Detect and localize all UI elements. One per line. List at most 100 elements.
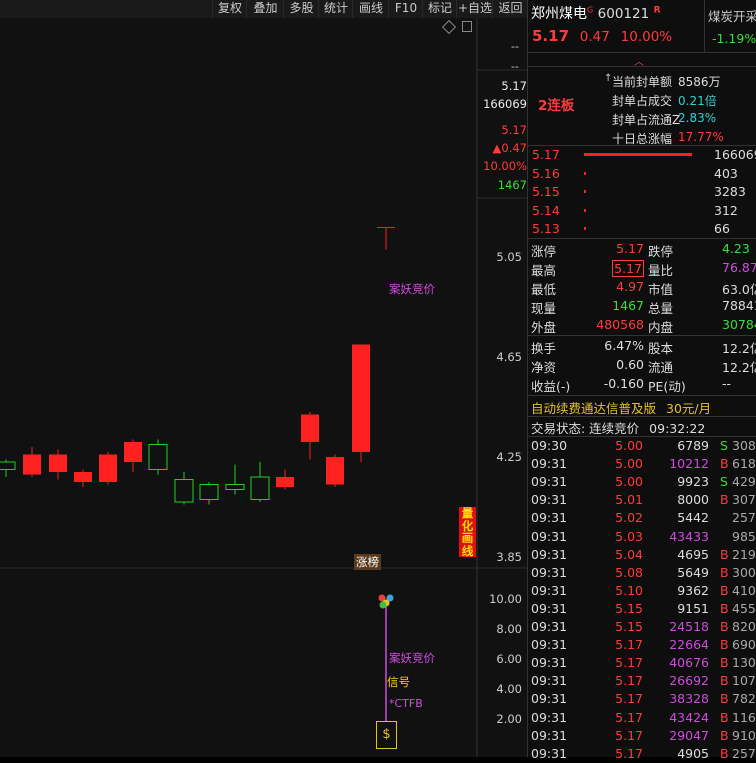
tick-row[interactable]: 09:31 5.08 5649 B 300 bbox=[528, 564, 756, 582]
stock-header[interactable]: 郑州煤电G 600121 R bbox=[531, 3, 661, 23]
label-pct: 10.00% bbox=[483, 159, 527, 173]
tick-row[interactable]: 09:31 5.17 40676 B1307 bbox=[528, 654, 756, 672]
tick-vol: 6789 bbox=[677, 438, 709, 453]
stat-value: 4.97 bbox=[616, 279, 644, 294]
candle-body-1 bbox=[23, 454, 41, 475]
tick-side: B bbox=[720, 564, 729, 580]
lianban-badge: 2连板 bbox=[538, 98, 575, 114]
stock-price: 5.17 0.47 10.00% bbox=[532, 27, 672, 45]
book-row[interactable]: 5.17 166069 bbox=[528, 146, 756, 164]
book-bar bbox=[584, 153, 692, 156]
money-bag-icon[interactable]: $ bbox=[376, 721, 397, 749]
candle-10 bbox=[250, 462, 270, 502]
toolbar-btn-1[interactable]: 叠加 bbox=[246, 0, 284, 18]
stat-value: 5.17 bbox=[616, 241, 644, 256]
price-tick-1: 4.65 bbox=[496, 350, 522, 364]
toolbar-btn-6[interactable]: 标记 bbox=[422, 0, 457, 18]
toolbar-btn-3[interactable]: 统计 bbox=[318, 0, 353, 18]
candle-body-7 bbox=[174, 479, 194, 503]
stat-value: 480568 bbox=[596, 317, 644, 332]
lower-label-b: 信号 bbox=[387, 675, 410, 689]
quote-panel: 郑州煤电G 600121 R 5.17 0.47 10.00% 煤炭开采 -1.… bbox=[527, 0, 756, 761]
lower-label-a: 案妖竞价 bbox=[389, 651, 435, 665]
tick-row[interactable]: 09:31 5.10 9362 B 410 bbox=[528, 582, 756, 600]
tick-extra: 910 bbox=[732, 727, 756, 743]
stat-value: 12.2亿 bbox=[722, 360, 756, 375]
tick-side: B bbox=[720, 691, 729, 707]
tick-time: 09:31 bbox=[531, 619, 568, 634]
book-row[interactable]: 5.13 66 bbox=[528, 220, 756, 238]
tick-price: 5.00 bbox=[615, 474, 643, 490]
toolbar-btn-2[interactable]: 多股 bbox=[283, 0, 319, 18]
stat-value: 4.23 bbox=[722, 241, 750, 256]
book-price: 5.15 bbox=[532, 184, 560, 199]
ad-banner[interactable]: 自动续费通达信普及版 30元/月 bbox=[531, 398, 711, 417]
candle-body-11 bbox=[276, 477, 294, 487]
toolbar-btn-5[interactable]: F10 bbox=[388, 0, 423, 18]
tick-vol: 5442 bbox=[677, 510, 709, 526]
tick-row[interactable]: 09:31 5.00 10212 B 618 bbox=[528, 455, 756, 473]
tick-row[interactable]: 09:31 5.17 29047 B 910 bbox=[528, 727, 756, 745]
tick-row[interactable]: 09:31 5.17 22664 B 690 bbox=[528, 636, 756, 654]
tick-time: 09:31 bbox=[531, 492, 568, 508]
tick-extra: 455 bbox=[732, 600, 756, 616]
book-row[interactable]: 5.15 3283 bbox=[528, 183, 756, 201]
tick-row[interactable]: 09:31 5.03 43433 985 bbox=[528, 528, 756, 546]
tick-row[interactable]: 09:31 5.17 4905 B 257 bbox=[528, 745, 756, 763]
tick-side: B bbox=[720, 637, 729, 653]
toolbar-btn-7[interactable]: +自选 bbox=[456, 0, 493, 18]
quant-drawline-label[interactable]: 量化画线 bbox=[459, 507, 476, 557]
tick-row[interactable]: 09:31 5.15 24518 B 820 bbox=[528, 618, 756, 636]
book-row[interactable]: 5.16 403 bbox=[528, 165, 756, 183]
stat-label: 总量 bbox=[648, 301, 674, 316]
tick-row[interactable]: 09:31 5.01 8000 B 307 bbox=[528, 491, 756, 509]
toolbar-btn-0[interactable]: 复权 bbox=[212, 0, 247, 18]
tick-row[interactable]: 09:31 5.17 26692 B1078 bbox=[528, 672, 756, 690]
tick-price: 5.08 bbox=[615, 564, 643, 580]
candle-body-12 bbox=[301, 414, 319, 442]
tick-extra: 307 bbox=[732, 492, 756, 508]
seal-value-1: 0.21倍 bbox=[678, 94, 717, 108]
book-bar bbox=[584, 227, 586, 230]
toolbar-btn-8[interactable]: 返回 bbox=[492, 0, 528, 18]
stat-value: 1467 bbox=[612, 298, 644, 313]
window-icon[interactable] bbox=[462, 21, 472, 32]
candle-11 bbox=[276, 469, 294, 490]
stat-value: 6.47% bbox=[604, 338, 644, 353]
tick-vol: 22664 bbox=[669, 637, 709, 653]
tick-row[interactable]: 09:30 5.00 6789 S 308 bbox=[528, 437, 756, 455]
zhangbang-badge[interactable]: 涨榜 bbox=[354, 554, 381, 570]
candle-body-0 bbox=[0, 461, 16, 470]
tick-extra: 410 bbox=[732, 582, 756, 598]
stat-label: 收益(-) bbox=[531, 379, 571, 394]
vert-char-3: 线 bbox=[461, 543, 474, 558]
tick-row[interactable]: 09:31 5.04 4695 B 219 bbox=[528, 546, 756, 564]
seal-label-2: 封单占流通Z bbox=[612, 113, 681, 127]
tick-vol: 4905 bbox=[677, 745, 709, 761]
tick-row[interactable]: 09:31 5.02 5442 257 bbox=[528, 509, 756, 527]
vert-char-0: 量 bbox=[461, 506, 474, 520]
tick-time: 09:31 bbox=[531, 600, 568, 616]
tick-vol: 26692 bbox=[669, 673, 709, 689]
stat-label: 最高 bbox=[531, 263, 557, 278]
seal-value-0: 8586万 bbox=[678, 75, 721, 89]
tick-row[interactable]: 09:31 5.15 9151 B 455 bbox=[528, 600, 756, 618]
book-row[interactable]: 5.14 312 bbox=[528, 202, 756, 220]
tick-price: 5.01 bbox=[615, 492, 643, 508]
tick-price: 5.02 bbox=[615, 510, 643, 526]
candle-12 bbox=[301, 412, 319, 460]
trade-status-label: 交易状态: 连续竞价 bbox=[531, 421, 640, 436]
tick-row[interactable]: 09:31 5.00 9923 S 429 bbox=[528, 473, 756, 491]
tick-side: B bbox=[720, 745, 729, 761]
sector-name[interactable]: 煤炭开采 bbox=[708, 6, 756, 25]
tick-price: 5.10 bbox=[615, 582, 643, 598]
tick-time: 09:31 bbox=[531, 637, 568, 653]
tick-price: 5.15 bbox=[615, 600, 643, 616]
kline-chart-area[interactable]: 5.05 4.65 4.25 3.85 10.00 8.00 6.00 4.00 2.00 --… bbox=[0, 18, 527, 757]
toolbar-btn-4[interactable]: 画线 bbox=[352, 0, 389, 18]
candle-0 bbox=[0, 459, 16, 477]
tick-row[interactable]: 09:31 5.17 38328 B 782 bbox=[528, 690, 756, 708]
tick-vol: 24518 bbox=[669, 619, 709, 634]
tick-row[interactable]: 09:31 5.17 43424 B1168 bbox=[528, 709, 756, 727]
tick-time: 09:31 bbox=[531, 691, 568, 707]
